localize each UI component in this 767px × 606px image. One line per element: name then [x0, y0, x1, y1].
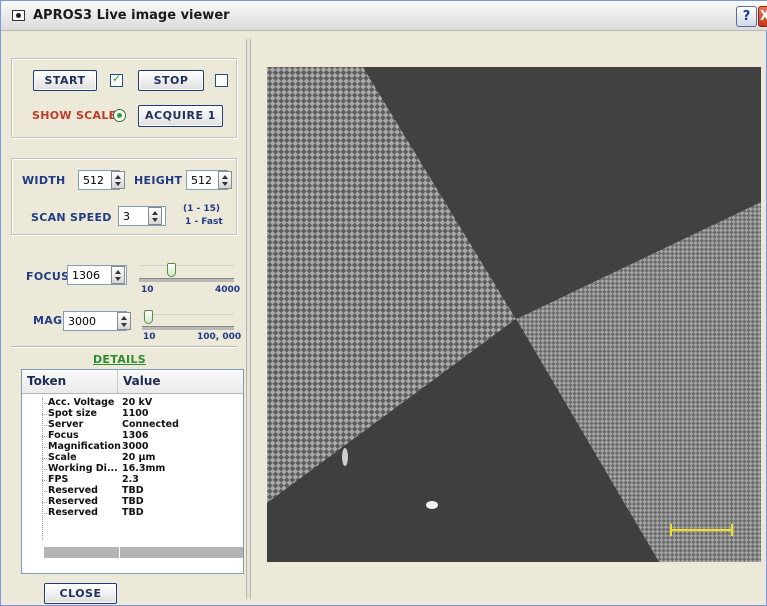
table-row[interactable]: Reserved TBD	[22, 507, 243, 518]
value-cell: 16.3mm	[122, 463, 166, 474]
token-cell: Reserved	[48, 507, 98, 518]
token-cell: Acc. Voltage	[48, 397, 115, 408]
panel-splitter[interactable]	[246, 39, 251, 599]
tree-branch	[42, 403, 47, 404]
details-link[interactable]: DETAILS	[93, 353, 146, 366]
table-row[interactable]: Magnification 3000	[22, 441, 243, 452]
live-image-viewer-window: APROS3 Live image viewer ? X START STOP …	[0, 0, 767, 606]
mag-slider-thumb[interactable]	[144, 310, 154, 324]
tree-branch	[42, 425, 47, 426]
table-row[interactable]: FPS 2.3	[22, 474, 243, 485]
tree-branch	[42, 502, 47, 503]
token-cell: FPS	[48, 474, 69, 485]
scan-speed-spinner[interactable]	[148, 207, 162, 225]
focus-spinner[interactable]	[111, 266, 125, 284]
token-cell: Reserved	[48, 496, 98, 507]
value-cell: Connected	[122, 419, 179, 430]
token-cell: Working Di...	[48, 463, 118, 474]
app-camera-icon	[12, 10, 25, 21]
stop-checkbox[interactable]	[215, 74, 228, 87]
mag-label: MAG	[33, 314, 63, 327]
value-cell: 2.3	[122, 474, 139, 485]
value-cell: 20 kV	[122, 397, 153, 408]
help-button[interactable]: ?	[736, 6, 757, 27]
tree-branch	[42, 513, 47, 514]
mag-slider-track[interactable]	[142, 326, 234, 330]
height-spinner[interactable]	[218, 171, 232, 189]
column-header-token[interactable]: Token	[22, 370, 118, 394]
token-cell: Reserved	[48, 485, 98, 496]
particle	[426, 501, 438, 509]
window-close-button[interactable]: X	[758, 6, 767, 27]
table-row[interactable]: Working Di... 16.3mm	[22, 463, 243, 474]
focus-slider-ticks	[139, 265, 234, 266]
close-button[interactable]: CLOSE	[44, 583, 117, 604]
value-cell: 20 µm	[122, 452, 156, 463]
scan-settings-group: WIDTH 512 HEIGHT 512 SCAN SPEED 3 (1 - 1…	[11, 158, 237, 235]
value-cell: 1306	[122, 430, 149, 441]
mag-slider-ticks	[142, 314, 234, 315]
height-label: HEIGHT	[134, 174, 183, 187]
tree-branch	[42, 469, 47, 470]
mag-min-label: 10	[143, 332, 156, 342]
scan-speed-fast-hint: 1 - Fast	[185, 217, 223, 227]
scan-speed-range-hint: (1 - 15)	[183, 204, 221, 214]
table-row[interactable]: Reserved TBD	[22, 496, 243, 507]
tree-branch	[42, 491, 47, 492]
mag-spinner[interactable]	[117, 312, 131, 330]
focus-label: FOCUS	[26, 270, 70, 283]
value-cell: TBD	[122, 485, 144, 496]
table-row[interactable]: Acc. Voltage 20 kV	[22, 397, 243, 408]
focus-min-label: 10	[141, 285, 154, 295]
tree-branch	[42, 414, 47, 415]
stop-button[interactable]: STOP	[138, 70, 204, 91]
focus-slider-track[interactable]	[139, 278, 234, 282]
title-bar[interactable]: APROS3 Live image viewer ? X	[1, 1, 767, 31]
window-title: APROS3 Live image viewer	[33, 8, 230, 23]
acquire-button[interactable]: ACQUIRE 1	[138, 105, 223, 127]
tree-branch	[42, 480, 47, 481]
token-cell: Server	[48, 419, 84, 430]
table-row[interactable]: Scale 20 µm	[22, 452, 243, 463]
value-cell: TBD	[122, 496, 144, 507]
token-cell: Magnification	[48, 441, 121, 452]
start-checkbox[interactable]	[110, 72, 123, 87]
token-cell: Scale	[48, 452, 77, 463]
focus-slider-thumb[interactable]	[166, 263, 176, 277]
section-divider	[11, 346, 237, 348]
value-cell: 1100	[122, 408, 149, 419]
mag-max-label: 100, 000	[197, 332, 242, 342]
scan-speed-label: SCAN SPEED	[31, 211, 112, 224]
show-scale-label: SHOW SCALE	[32, 109, 117, 122]
acquisition-group: START STOP SHOW SCALE ACQUIRE 1	[11, 58, 237, 138]
token-cell: Focus	[48, 430, 79, 441]
table-row[interactable]: Reserved TBD	[22, 485, 243, 496]
start-button[interactable]: START	[33, 70, 97, 91]
tree-branch	[42, 436, 47, 437]
particle	[342, 448, 348, 466]
width-label: WIDTH	[22, 174, 66, 187]
tree-branch	[42, 458, 47, 459]
table-row[interactable]: Spot size 1100	[22, 408, 243, 419]
tree-branch	[42, 447, 47, 448]
column-header-value[interactable]: Value	[118, 370, 243, 394]
sem-image	[267, 67, 761, 562]
live-image-display[interactable]	[267, 67, 761, 562]
value-cell: 3000	[122, 441, 149, 452]
details-table: Token Value Acc. Voltage 20 kV Spot size 11…	[21, 369, 244, 574]
focus-max-label: 4000	[215, 285, 241, 295]
table-empty-row[interactable]	[44, 547, 243, 558]
table-row[interactable]: Server Connected	[22, 419, 243, 430]
token-cell: Spot size	[48, 408, 97, 419]
value-cell: TBD	[122, 507, 144, 518]
width-spinner[interactable]	[111, 171, 125, 189]
show-scale-radio[interactable]	[113, 109, 126, 122]
table-row[interactable]: Focus 1306	[22, 430, 243, 441]
